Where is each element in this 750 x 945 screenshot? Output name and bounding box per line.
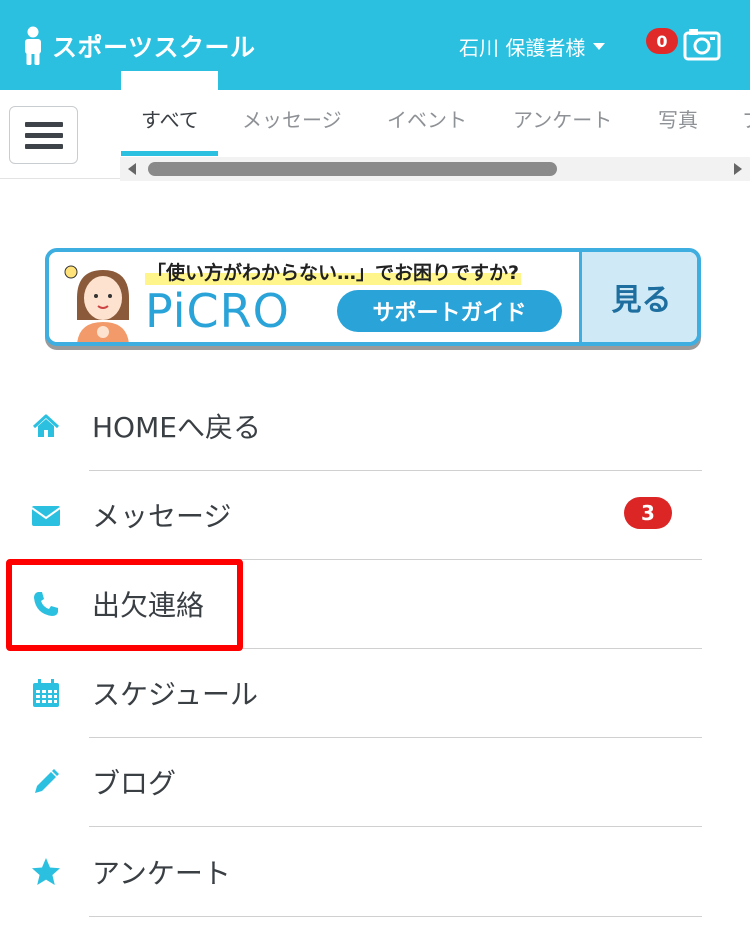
nav-item-attendance[interactable]: 出欠連絡 bbox=[0, 560, 750, 649]
tab-photos[interactable]: 写真 bbox=[658, 104, 698, 133]
nav-item-label: メッセージ bbox=[92, 500, 232, 533]
nav-item-blog[interactable]: ブログ bbox=[0, 738, 750, 827]
envelope-icon bbox=[31, 506, 61, 526]
app-logo[interactable]: スポーツスクール bbox=[20, 26, 256, 66]
tab-events[interactable]: イベント bbox=[387, 104, 467, 133]
person-icon bbox=[25, 26, 41, 65]
camera-icon[interactable] bbox=[683, 28, 721, 62]
nav-item-label: HOMEへ戻る bbox=[92, 411, 261, 444]
girl-illustration-icon bbox=[64, 265, 129, 342]
active-tab-indicator bbox=[121, 151, 218, 156]
tab-messages[interactable]: メッセージ bbox=[242, 104, 342, 133]
banner-content: 「使い方がわからない…」でお困りですか? PiCRO サポートガイド bbox=[49, 252, 579, 342]
hamburger-icon-bar bbox=[24, 143, 63, 149]
picro-logo: PiCRO bbox=[145, 284, 290, 338]
user-menu[interactable]: 石川 保護者様 bbox=[459, 32, 606, 61]
hamburger-icon-bar bbox=[24, 132, 63, 138]
tab-blog[interactable]: ブ bbox=[742, 104, 750, 133]
nav-item-schedule[interactable]: スケジュール bbox=[0, 649, 750, 738]
app-header: スポーツスクール 石川 保護者様 0 bbox=[0, 0, 750, 90]
user-name: 石川 保護者様 bbox=[459, 36, 586, 60]
pencil-icon bbox=[35, 769, 59, 793]
calendar-icon bbox=[33, 679, 59, 707]
nav-item-survey[interactable]: アンケート bbox=[0, 828, 750, 917]
notification-badge[interactable]: 0 bbox=[646, 28, 678, 54]
nav-item-label: アンケート bbox=[92, 857, 231, 890]
nav-item-label: 出欠連絡 bbox=[92, 589, 205, 622]
banner-see-label: 見る bbox=[611, 283, 672, 318]
hamburger-menu-button[interactable] bbox=[9, 106, 78, 164]
caret-down-icon bbox=[593, 43, 606, 50]
nav-item-label: スケジュール bbox=[92, 678, 259, 711]
banner-question: 「使い方がわからない…」でお困りですか? bbox=[145, 258, 522, 285]
tab-all[interactable]: すべて bbox=[141, 104, 199, 133]
scroll-right-icon[interactable] bbox=[734, 163, 742, 175]
divider bbox=[89, 826, 702, 827]
support-guide-label: サポートガイド bbox=[337, 290, 562, 332]
home-icon bbox=[32, 414, 60, 437]
app-name: スポーツスクール bbox=[52, 33, 256, 62]
divider bbox=[89, 916, 702, 917]
divider bbox=[0, 178, 120, 179]
banner-see-button[interactable]: 見る bbox=[579, 252, 697, 342]
nav-item-label: ブログ bbox=[92, 767, 177, 800]
scroll-left-icon[interactable] bbox=[128, 163, 136, 175]
nav-item-messages[interactable]: メッセージ 3 bbox=[0, 471, 750, 560]
tab-surveys[interactable]: アンケート bbox=[513, 104, 612, 133]
hamburger-icon bbox=[24, 121, 63, 127]
nav-item-home[interactable]: HOMEへ戻る bbox=[0, 382, 750, 471]
phone-icon bbox=[34, 592, 58, 616]
star-icon bbox=[32, 858, 60, 885]
message-count-badge: 3 bbox=[624, 497, 672, 529]
scrollbar-thumb[interactable] bbox=[148, 162, 557, 176]
support-guide-banner[interactable]: 「使い方がわからない…」でお困りですか? PiCRO サポートガイド 見る bbox=[45, 248, 701, 346]
